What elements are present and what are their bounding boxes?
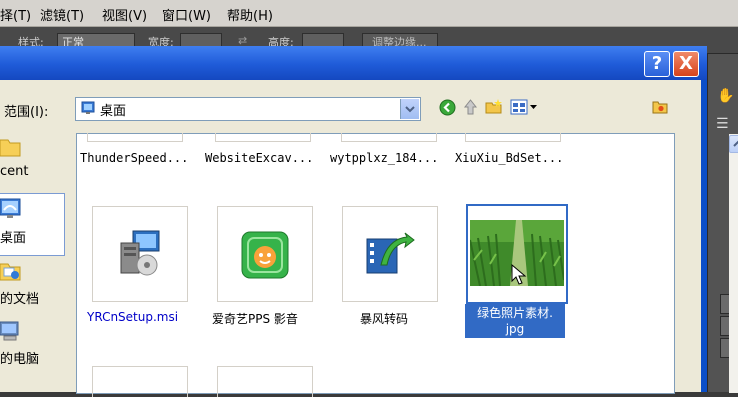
file-name[interactable]: wytpplxz_184... [330, 151, 438, 165]
hand-tool-icon[interactable]: ✋ [717, 88, 734, 104]
places-bar: cent 桌面 的文档 的电脑 [0, 134, 68, 392]
file-name[interactable]: XiuXiu_BdSet... [455, 151, 563, 165]
file-thumbnail[interactable] [92, 206, 188, 302]
menu-select[interactable]: 择(T) [0, 5, 31, 24]
file-label-line1: 绿色照片素材. [477, 306, 553, 320]
look-in-label: 范围(I): [4, 105, 49, 120]
file-name[interactable]: ThunderSpeed... [80, 151, 188, 165]
places-item-documents[interactable]: 的文档 [0, 258, 64, 318]
thumbnail-frame [92, 366, 188, 397]
file-label[interactable]: 爱奇艺PPS 影音 [212, 310, 298, 327]
baofeng-converter-icon [365, 231, 415, 277]
installer-icon [117, 229, 163, 277]
menu-help[interactable]: 帮助(H) [227, 5, 273, 24]
chevron-down-icon[interactable] [400, 99, 419, 119]
back-icon[interactable] [439, 99, 456, 116]
places-item-label: cent [0, 164, 29, 179]
thumbnail-frame [215, 133, 311, 142]
file-name[interactable]: WebsiteExcav... [205, 151, 313, 165]
places-item-label: 的电脑 [0, 352, 40, 367]
desktop-small-icon [81, 101, 95, 115]
computer-icon [0, 320, 22, 342]
up-folder-icon[interactable] [462, 98, 479, 116]
look-in-value: 桌面 [100, 104, 127, 119]
mouse-cursor-icon [511, 263, 527, 286]
file-list-view[interactable]: ThunderSpeed... WebsiteExcav... wytpplxz… [76, 133, 738, 397]
desktop-icon [0, 197, 22, 221]
dialog-body: 范围(I): 桌面 cent 桌面 的文档 的电脑 ThunderSpeed..… [0, 80, 738, 397]
selected-file-label-bg[interactable]: 绿色照片素材. jpg [465, 304, 565, 338]
places-item-computer[interactable]: 的电脑 [0, 318, 64, 378]
help-button[interactable]: ? [644, 51, 670, 77]
thumbnail-frame [465, 133, 561, 142]
open-file-dialog: ? X 范围(I): 桌面 cent 桌面 的文档 的电脑 ThunderSpe… [0, 46, 738, 397]
dialog-title-bar[interactable]: ? X [0, 46, 707, 80]
places-item-desktop[interactable]: 桌面 [0, 193, 65, 256]
vertical-scrollbar[interactable] [729, 134, 738, 393]
file-thumbnail[interactable] [342, 206, 438, 302]
close-button[interactable]: X [673, 51, 699, 77]
menu-view[interactable]: 视图(V) [102, 5, 147, 24]
thumbnail-frame [87, 133, 183, 142]
app-menu-bar: 择(T) 滤镜(T) 视图(V) 窗口(W) 帮助(H) [0, 0, 738, 27]
places-item-recent[interactable]: cent [0, 134, 64, 194]
new-folder-icon[interactable] [485, 98, 503, 116]
places-item-label: 的文档 [0, 292, 40, 307]
thumbnail-frame [341, 133, 437, 142]
favorites-folder-icon[interactable] [652, 99, 668, 115]
file-label-line2: jpg [505, 322, 525, 336]
file-label[interactable]: 暴风转码 [360, 310, 408, 327]
scroll-up-button[interactable] [729, 135, 738, 153]
file-label[interactable]: YRCnSetup.msi [87, 310, 178, 324]
view-menu-icon[interactable] [510, 98, 538, 116]
file-thumbnail-selected[interactable] [466, 204, 568, 304]
places-item-label: 桌面 [0, 231, 27, 246]
menu-window[interactable]: 窗口(W) [162, 5, 211, 24]
thumbnail-frame [217, 366, 313, 397]
file-thumbnail[interactable] [217, 206, 313, 302]
menu-filter[interactable]: 滤镜(T) [40, 5, 84, 24]
iqiyi-pps-icon [241, 231, 289, 279]
sliders-icon[interactable]: ☰ [716, 116, 729, 132]
documents-icon [0, 260, 22, 282]
folder-icon [0, 136, 22, 158]
look-in-combobox[interactable]: 桌面 [75, 97, 421, 121]
